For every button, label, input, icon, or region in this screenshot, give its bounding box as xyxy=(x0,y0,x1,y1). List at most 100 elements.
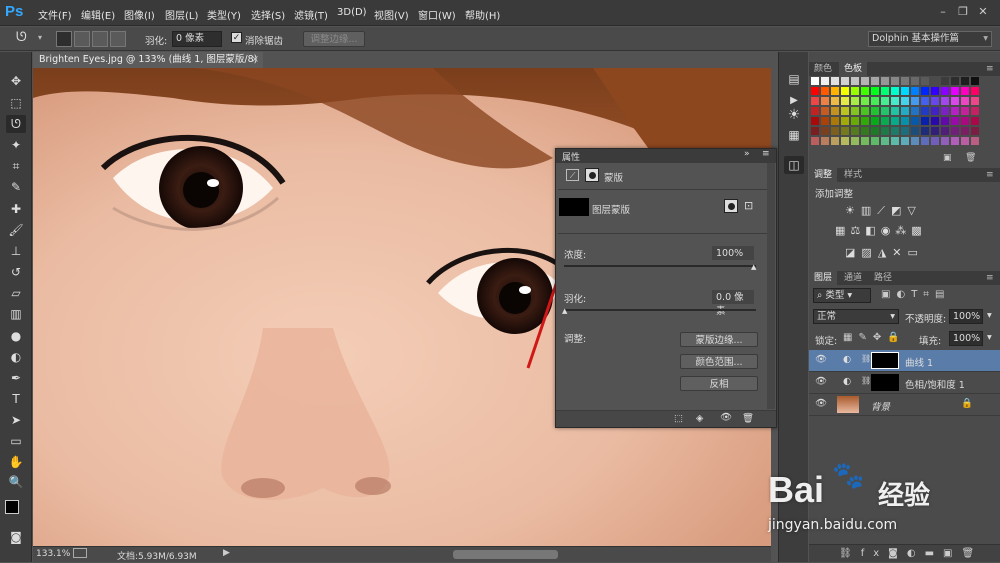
color-swatch[interactable] xyxy=(831,77,839,85)
new-group-icon[interactable]: ▬ xyxy=(925,548,943,559)
tab-styles[interactable]: 样式 xyxy=(839,168,867,182)
color-swatch[interactable] xyxy=(821,97,829,105)
color-swatch[interactable] xyxy=(831,137,839,145)
layer-row[interactable]: 👁 背景 🔒 xyxy=(809,394,1000,416)
density-slider[interactable] xyxy=(564,265,756,267)
visibility-eye-icon[interactable]: 👁 xyxy=(815,398,827,409)
color-swatch[interactable] xyxy=(921,77,929,85)
color-swatch[interactable] xyxy=(921,97,929,105)
antialias-checkbox[interactable]: ✓ xyxy=(231,32,242,43)
color-swatch[interactable] xyxy=(941,77,949,85)
panel-menu-icon[interactable]: ≡ xyxy=(981,271,999,285)
load-selection-icon[interactable]: ⬚ xyxy=(674,413,683,424)
lasso-icon[interactable]: ᘎ xyxy=(16,30,27,45)
status-menu-arrow-icon[interactable]: ▶ xyxy=(223,548,230,558)
history-brush-tool-icon[interactable]: ↺ xyxy=(6,263,26,281)
menu-edit[interactable]: 编辑(E) xyxy=(81,7,115,22)
color-swatch[interactable] xyxy=(971,137,979,145)
gradient-tool-icon[interactable]: ▥ xyxy=(6,305,26,323)
color-swatch[interactable] xyxy=(901,77,909,85)
menu-view[interactable]: 视图(V) xyxy=(374,7,409,22)
exposure-icon[interactable]: ◩ xyxy=(891,204,907,217)
color-swatch[interactable] xyxy=(891,97,899,105)
workspace-select[interactable]: Dolphin 基本操作篇 ▾ xyxy=(868,31,992,47)
color-swatch[interactable] xyxy=(821,107,829,115)
density-slider-handle[interactable]: ▲ xyxy=(751,263,756,271)
export-icon[interactable] xyxy=(73,548,87,558)
color-swatch[interactable] xyxy=(881,87,889,95)
color-swatch[interactable] xyxy=(841,117,849,125)
menu-file[interactable]: 文件(F) xyxy=(38,7,72,22)
color-swatch[interactable] xyxy=(911,137,919,145)
color-swatch[interactable] xyxy=(811,87,819,95)
color-swatch[interactable] xyxy=(871,97,879,105)
add-selection-icon[interactable] xyxy=(74,31,90,47)
tab-adjustments[interactable]: 调整 xyxy=(809,168,838,182)
color-balance-icon[interactable]: ⚖ xyxy=(850,224,865,237)
color-swatch[interactable] xyxy=(891,77,899,85)
lasso-tool-icon[interactable]: ᘎ xyxy=(6,115,26,133)
photo-filter-icon[interactable]: ◉ xyxy=(881,224,896,237)
pixel-filter-icon[interactable]: ▣ xyxy=(881,289,896,300)
color-swatch[interactable] xyxy=(811,77,819,85)
document-tab[interactable]: Brighten Eyes.jpg @ 133% (曲线 1, 图层蒙版/8) … xyxy=(33,52,263,81)
color-swatch[interactable] xyxy=(931,87,939,95)
vector-mask-icon[interactable]: ⊡ xyxy=(744,199,753,212)
color-swatch[interactable] xyxy=(891,137,899,145)
color-swatch[interactable] xyxy=(861,117,869,125)
color-swatch[interactable] xyxy=(901,97,909,105)
color-swatch[interactable] xyxy=(931,127,939,135)
shape-filter-icon[interactable]: ⌗ xyxy=(923,289,935,300)
color-swatch[interactable] xyxy=(971,87,979,95)
color-swatch[interactable] xyxy=(921,117,929,125)
layer-mask-thumbnail[interactable] xyxy=(871,352,899,369)
levels-icon[interactable]: ▥ xyxy=(861,204,877,217)
color-swatch[interactable] xyxy=(941,117,949,125)
link-icon[interactable]: ⛓ xyxy=(861,376,871,385)
properties-header[interactable]: 属性 » ≡ xyxy=(556,149,776,163)
blend-mode-select[interactable]: 正常 ▾ xyxy=(813,309,899,324)
color-swatch[interactable] xyxy=(971,127,979,135)
character-icon[interactable]: ▦ xyxy=(784,126,804,144)
color-swatch[interactable] xyxy=(901,127,909,135)
color-swatch[interactable] xyxy=(931,97,939,105)
collapse-icon[interactable]: » xyxy=(744,149,750,159)
color-swatch[interactable] xyxy=(811,107,819,115)
healing-tool-icon[interactable]: ✚ xyxy=(6,200,26,218)
hand-tool-icon[interactable]: ✋ xyxy=(6,453,26,471)
eraser-tool-icon[interactable]: ▱ xyxy=(6,284,26,302)
color-swatch[interactable] xyxy=(831,107,839,115)
color-swatch[interactable] xyxy=(851,97,859,105)
subtract-selection-icon[interactable] xyxy=(92,31,108,47)
color-swatch[interactable] xyxy=(941,137,949,145)
feather-slider[interactable] xyxy=(564,309,756,311)
color-swatch[interactable] xyxy=(871,77,879,85)
brush-settings-icon[interactable]: ☀ xyxy=(784,106,804,124)
color-swatch[interactable] xyxy=(851,127,859,135)
new-layer-icon[interactable]: ▣ xyxy=(943,548,961,559)
color-swatch[interactable] xyxy=(951,127,959,135)
zoom-level[interactable]: 133.1% xyxy=(36,549,70,559)
color-swatch[interactable] xyxy=(841,97,849,105)
tab-paths[interactable]: 路径 xyxy=(869,271,897,285)
horizontal-scrollbar[interactable] xyxy=(453,550,558,559)
delete-swatch-icon[interactable]: 🗑 xyxy=(965,153,976,163)
vibrance-icon[interactable]: ▽ xyxy=(907,204,921,217)
restore-icon[interactable]: ❐ xyxy=(955,4,971,20)
new-selection-icon[interactable] xyxy=(56,31,72,47)
panel-menu-icon[interactable]: ≡ xyxy=(762,149,770,159)
color-swatch[interactable] xyxy=(941,97,949,105)
properties-scrollbar[interactable] xyxy=(767,163,775,409)
visibility-eye-icon[interactable]: 👁 xyxy=(815,354,827,365)
color-swatch[interactable] xyxy=(861,137,869,145)
color-swatch[interactable] xyxy=(851,117,859,125)
type-tool-icon[interactable]: T xyxy=(6,390,26,408)
threshold-icon[interactable]: ◮ xyxy=(878,246,892,259)
magic-wand-tool-icon[interactable]: ✦ xyxy=(6,136,26,154)
color-swatch[interactable] xyxy=(971,107,979,115)
menu-filter[interactable]: 滤镜(T) xyxy=(294,7,328,22)
visibility-eye-icon[interactable]: 👁 xyxy=(815,376,827,387)
move-tool-icon[interactable]: ✥ xyxy=(6,72,26,90)
feather-slider-handle[interactable]: ▲ xyxy=(562,307,567,315)
color-swatch[interactable] xyxy=(851,87,859,95)
